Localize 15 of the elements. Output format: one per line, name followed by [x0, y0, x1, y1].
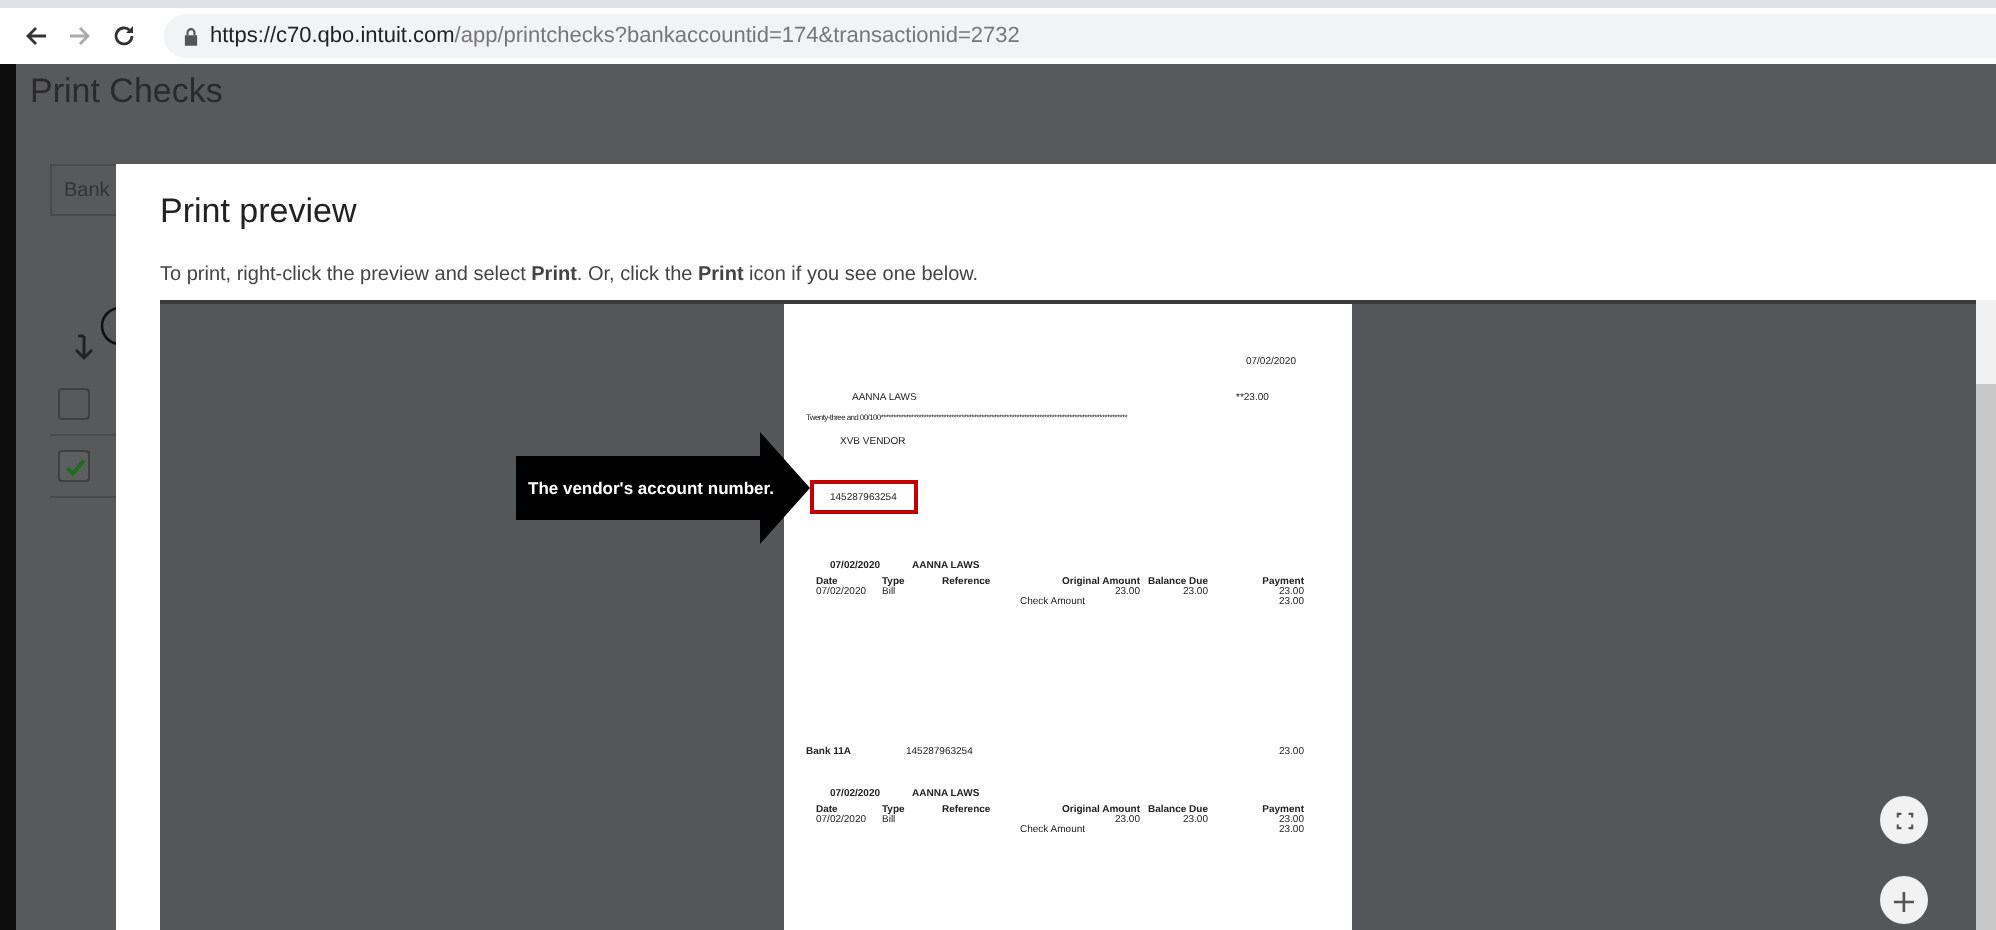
sort-arrow-icon[interactable]	[72, 334, 96, 362]
scrollbar[interactable]	[1976, 300, 1996, 930]
reload-icon[interactable]	[112, 24, 136, 48]
check-icon	[63, 455, 85, 477]
fullscreen-icon	[1895, 811, 1913, 829]
lock-icon	[184, 27, 198, 45]
row-checkbox[interactable]	[58, 450, 90, 482]
address-bar[interactable]: https://c70.qbo.intuit.com/app/printchecks?bankaccountid=174&transactionid=2732	[164, 14, 1996, 58]
back-icon[interactable]	[24, 24, 48, 48]
forward-icon[interactable]	[68, 24, 92, 48]
row-checkbox[interactable]	[58, 388, 90, 420]
zoom-in-button[interactable]: +	[1880, 876, 1928, 924]
instruction-text: To print, right-click the preview and select Print. Or, click the Print icon if you see one below.	[160, 264, 981, 286]
callout-text: The vendor's account number.	[528, 478, 774, 498]
fullscreen-button[interactable]	[1880, 796, 1928, 844]
